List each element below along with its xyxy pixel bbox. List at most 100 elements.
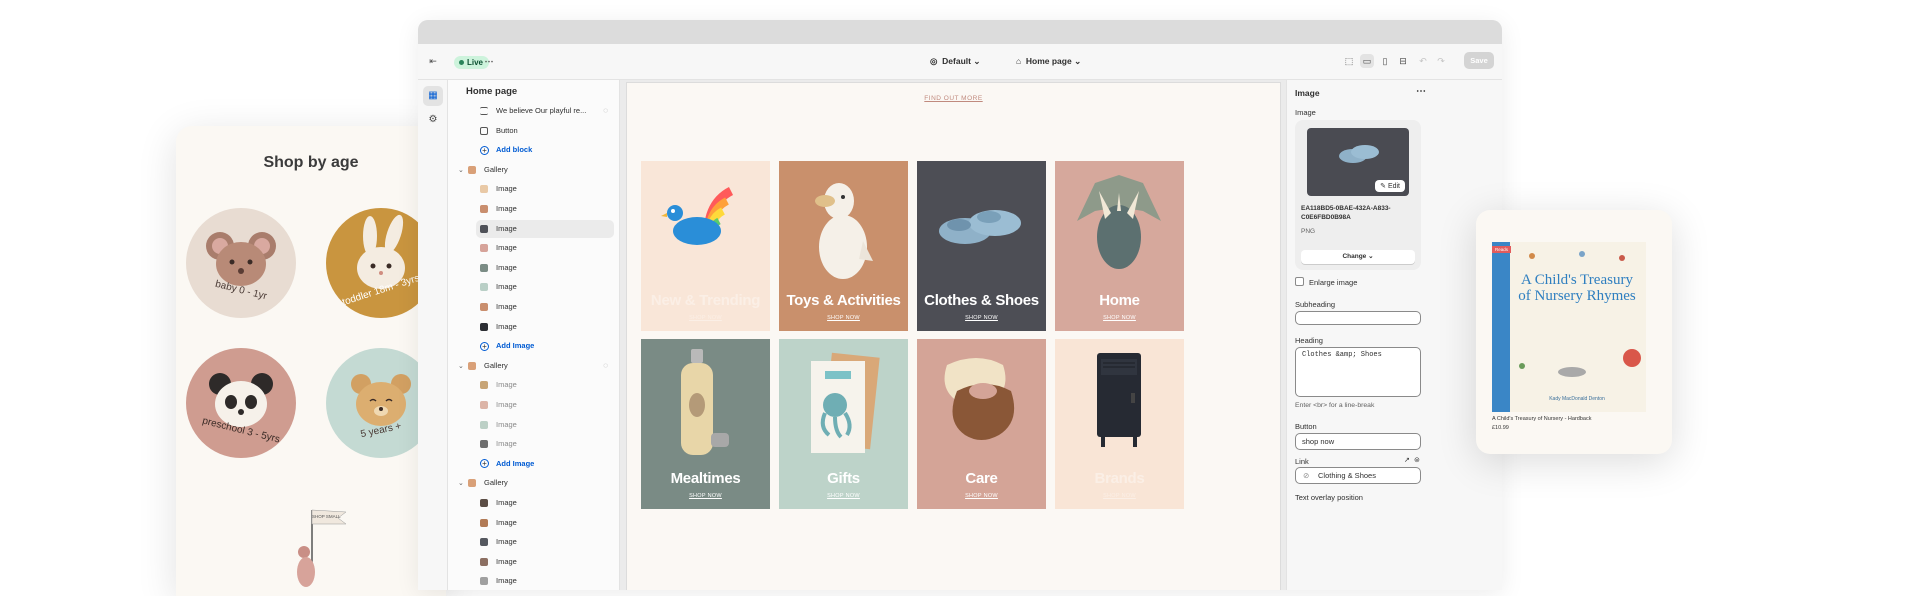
sidebar-row-label: Image (496, 380, 517, 390)
image-block-icon (480, 440, 488, 449)
tile-shop-link[interactable]: SHOP NOW (779, 315, 908, 321)
sidebar-row-label: Image (496, 204, 517, 213)
sidebar-block-item[interactable]: We believe Our playful re... ◌ (476, 102, 614, 120)
button-label: Button (1295, 422, 1317, 431)
category-tile-home[interactable]: Home SHOP NOW (1055, 161, 1184, 331)
sidebar-block-item[interactable]: Image (476, 572, 614, 590)
sidebar-section-gallery[interactable]: ⌄ Gallery (454, 161, 614, 179)
image-thumbnail[interactable]: ✎ Edit (1307, 128, 1409, 196)
editor-rail: ▦ ⚙ (418, 80, 448, 590)
button-text-input[interactable]: shop now (1295, 433, 1421, 450)
find-out-more-link[interactable]: FIND OUT MORE (627, 95, 1280, 102)
sidebar-row-label: Image (496, 321, 517, 331)
open-link-icon[interactable]: ↗ (1404, 456, 1410, 464)
sidebar-block-item[interactable]: Image (476, 200, 614, 218)
sidebar-block-item[interactable]: Image (476, 219, 614, 238)
hidden-eye-icon[interactable]: ◌ (603, 102, 608, 120)
sidebar-section-gallery[interactable]: ⌄ Gallery ◌ (454, 357, 614, 375)
block-settings-panel: Image ⋯ Image ✎ Edit EA118BD5-0BAE-432A-… (1286, 80, 1502, 590)
desktop-view-icon[interactable]: ▭ (1360, 54, 1374, 68)
chevron-down-icon: ⌄ (973, 56, 981, 66)
chevron-down-icon[interactable]: ⌄ (458, 475, 465, 492)
category-tile-mealtimes[interactable]: Mealtimes SHOP NOW (641, 339, 770, 509)
sidebar-row-label: Gallery (484, 478, 508, 488)
subheading-input[interactable] (1295, 311, 1421, 325)
book-cover: Reads A Child's Treasury of Nursery Rhym… (1492, 242, 1646, 412)
chevron-down-icon[interactable]: ⌄ (458, 358, 465, 375)
theme-selector[interactable]: ◎ Default ⌄ (930, 56, 980, 67)
redo-icon[interactable]: ↷ (1434, 54, 1448, 68)
age-circle-baby[interactable]: baby 0 - 1yr (186, 208, 296, 318)
sidebar-add-item[interactable]: + Add block (476, 141, 614, 159)
sidebar-block-item[interactable]: Image (476, 396, 614, 414)
page-selector[interactable]: ⌂ Home page ⌄ (1016, 56, 1081, 67)
tile-shop-link[interactable]: SHOP NOW (1055, 493, 1184, 499)
tile-shop-link[interactable]: SHOP NOW (779, 493, 908, 499)
water-bottle-image (681, 349, 729, 455)
category-tile-toys[interactable]: Toys & Activities SHOP NOW (779, 161, 908, 331)
fullwidth-view-icon[interactable]: ⊟ (1396, 54, 1410, 68)
sidebar-block-item[interactable]: Image (476, 533, 614, 551)
sections-icon[interactable]: ▦ (423, 86, 443, 106)
sidebar-block-item[interactable]: Image (476, 435, 614, 453)
sidebar-block-item[interactable]: Image (476, 494, 614, 512)
age-card-title: Shop by age (263, 154, 359, 171)
change-image-button[interactable]: Change ⌄ (1301, 250, 1415, 264)
tile-shop-link[interactable]: SHOP NOW (917, 315, 1046, 321)
settings-gear-icon[interactable]: ⚙ (423, 110, 443, 130)
edit-label: Edit (1387, 183, 1400, 190)
change-label: Change (1342, 253, 1367, 260)
page-selector-label: Home page (1025, 56, 1072, 66)
category-tile-gifts[interactable]: Gifts SHOP NOW (779, 339, 908, 509)
mobile-view-icon[interactable]: ▯ (1378, 54, 1392, 68)
tile-shop-link[interactable]: SHOP NOW (641, 493, 770, 499)
sidebar-block-item[interactable]: Image (476, 514, 614, 532)
enlarge-image-checkbox[interactable] (1295, 277, 1304, 286)
nursery-animals-illustration (1519, 251, 1641, 377)
sidebar-block-item[interactable]: Image (476, 553, 614, 571)
sidebar-block-item[interactable]: Image (476, 416, 614, 434)
link-source-icon[interactable]: ⊜ (1414, 456, 1420, 464)
tile-shop-link[interactable]: SHOP NOW (1055, 315, 1184, 321)
sidebar-block-item[interactable]: Image (476, 278, 614, 296)
link-input[interactable]: ⊘ Clothing & Shoes (1295, 467, 1421, 484)
inspector-icon[interactable]: ⬚ (1342, 54, 1356, 68)
sidebar-block-item[interactable]: Image (476, 180, 614, 198)
tile-title: New & Trending (650, 292, 761, 309)
more-icon[interactable]: ⋯ (482, 54, 496, 68)
sidebar-row-label: Image (496, 556, 517, 566)
book-spine (1492, 242, 1510, 412)
sidebar-block-item[interactable]: Image (476, 239, 614, 257)
edit-image-button[interactable]: ✎ Edit (1375, 180, 1405, 192)
blue-clogs-image (939, 210, 1021, 244)
category-tile-new[interactable]: New & Trending SHOP NOW (641, 161, 770, 331)
heading-textarea[interactable]: Clothes &amp; Shoes (1295, 347, 1421, 397)
sidebar-add-item[interactable]: + Add Image (476, 455, 614, 473)
product-preview-card[interactable]: Reads A Child's Treasury of Nursery Rhym… (1476, 210, 1672, 454)
tile-shop-link[interactable]: SHOP NOW (917, 493, 1046, 499)
sidebar-row-label: Add Image (496, 341, 535, 351)
save-button[interactable]: Save (1464, 52, 1494, 69)
tile-shop-link[interactable]: SHOP NOW (641, 315, 770, 321)
image-block-icon (480, 283, 488, 292)
sidebar-add-item[interactable]: + Add Image (476, 337, 614, 355)
sidebar-block-item[interactable]: Image (476, 298, 614, 316)
image-field-label: Image (1295, 108, 1316, 117)
sidebar-section-gallery[interactable]: ⌄ Gallery (454, 474, 614, 492)
sidebar-block-item[interactable]: Image (476, 376, 614, 394)
category-tile-care[interactable]: Care SHOP NOW (917, 339, 1046, 509)
category-tile-brands[interactable]: Brands SHOP NOW (1055, 339, 1184, 509)
exit-icon[interactable]: ⇤ (426, 54, 440, 68)
overlay-position-label: Text overlay position (1295, 493, 1363, 502)
hidden-eye-icon[interactable]: ◌ (603, 357, 608, 375)
image-block-icon (480, 303, 488, 312)
chevron-down-icon[interactable]: ⌄ (458, 162, 465, 179)
sidebar-block-item[interactable]: Image (476, 318, 614, 336)
undo-icon[interactable]: ↶ (1416, 54, 1430, 68)
settings-more-icon[interactable]: ⋯ (1416, 86, 1426, 97)
sidebar-block-item[interactable]: Image (476, 259, 614, 277)
age-circle-preschool[interactable]: preschool 3 - 5yrs (186, 348, 296, 458)
book-cover-author: Kady MacDonald Denton (1549, 396, 1605, 402)
category-tile-clothes[interactable]: Clothes & Shoes SHOP NOW (917, 161, 1046, 331)
sidebar-block-item[interactable]: Button (476, 122, 614, 140)
